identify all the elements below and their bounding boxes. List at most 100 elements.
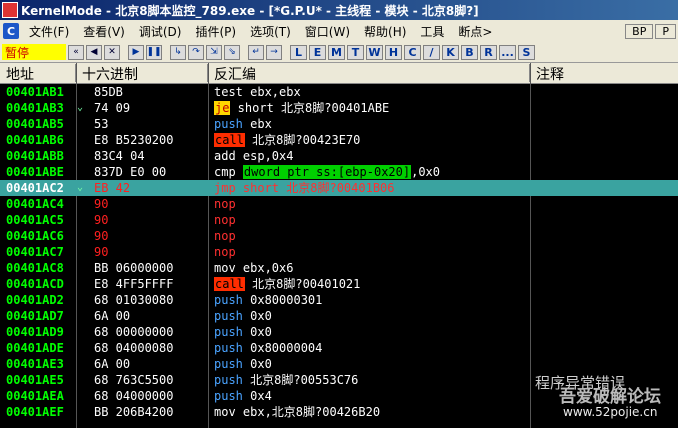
jump-marker-icon: ⌄ [77,182,84,193]
table-row[interactable]: 00401AC6 90 nop [0,228,678,244]
window-references-button[interactable]: R [480,44,497,60]
window-title: KernelMode - 北京8脚本监控_789.exe - [*G.P.U* … [21,3,479,18]
step-over-icon[interactable]: ↷ [188,44,204,60]
window-source-button[interactable]: S [518,44,535,60]
disasm-cell: push ebx [214,116,272,132]
menu-window[interactable]: 窗口(W) [298,23,357,40]
hex-cell: 68 04000000 [94,389,174,403]
menu-options[interactable]: 选项(T) [243,23,298,40]
menu-view[interactable]: 查看(V) [76,23,132,40]
table-row[interactable]: 00401AC8 BB 06000000 mov ebx,0x6 [0,260,678,276]
status-indicator: 暂停 [2,44,66,60]
window-threads-button[interactable]: T [347,44,364,60]
disasm-cell: add esp,0x4 [214,148,293,164]
mnemonic: jmp [214,181,236,195]
address-cell: 00401AC2 [6,181,64,195]
window-patches-button[interactable]: / [423,44,440,60]
site-name: 吾爱破解论坛 [559,387,661,407]
window-memory-button[interactable]: M [328,44,345,60]
address-cell: 00401AC7 [6,245,64,259]
col-hex-header[interactable]: 十六进制 [76,64,208,83]
table-row[interactable]: 00401ADE 68 04000080 push 0x80000004 [0,340,678,356]
mnemonic: nop [214,213,236,227]
mnemonic: test [214,85,243,99]
table-row[interactable]: 00401AD2 68 01030080 push 0x80000301 [0,292,678,308]
memory-operand: dword ptr ss:[ebp-0x20] [242,165,412,179]
operand: 北京8脚?00553C76 [242,373,359,387]
window-more-button[interactable]: ... [499,44,516,60]
table-row[interactable]: 00401AD9 68 00000000 push 0x0 [0,324,678,340]
table-row[interactable]: 00401ABE 837D E0 00 cmp dword ptr ss:[ebp-… [0,164,678,180]
back-icon[interactable]: ◀ [86,44,102,60]
window-callstack-button[interactable]: K [442,44,459,60]
play-icon[interactable]: ▶ [128,44,144,60]
address-cell: 00401AD2 [6,293,64,307]
window-cpu-button[interactable]: C [404,44,421,60]
mnemonic: add [214,149,236,163]
table-row[interactable]: 00401AD7 6A 00 push 0x0 [0,308,678,324]
mnemonic: call [214,133,245,147]
operand: 北京8脚?00423E70 [244,133,361,147]
disasm-cell: je short 北京8脚?00401ABE [214,100,389,116]
mnemonic: call [214,277,245,291]
disasm-cell: mov ebx,北京8脚?00426B20 [214,404,380,420]
step-into-icon[interactable]: ↳ [170,44,186,60]
disasm-cell: nop [214,212,236,228]
menu-file[interactable]: 文件(F) [22,23,76,40]
hex-cell: EB 42 [94,181,131,195]
trace-into-icon[interactable]: ⇲ [206,44,222,60]
menu-debug[interactable]: 调试(D) [132,23,189,40]
table-row[interactable]: 00401AB6 E8 B5230200 call 北京8脚?00423E70 [0,132,678,148]
window-exe-button[interactable]: E [309,44,326,60]
address-cell: 00401AEA [6,389,64,403]
mnemonic: cmp [214,165,236,179]
hex-cell: 68 00000000 [94,325,174,339]
table-row[interactable]: 00401AB3 ⌄ 74 09 je short 北京8脚?00401ABE [0,100,678,116]
window-breakpoints-button[interactable]: B [461,44,478,60]
window-handles-button[interactable]: H [385,44,402,60]
table-row[interactable]: 00401AC7 90 nop [0,244,678,260]
col-disasm-header[interactable]: 反汇编 [208,64,530,83]
hex-cell: 6A 00 [94,309,131,323]
bp-button[interactable]: BP [625,23,654,39]
pause-icon[interactable]: ❚❚ [146,44,162,60]
run-to-return-icon[interactable]: ↵ [248,44,264,60]
mnemonic: push [214,117,243,131]
watermark: 程序异常错误 吾爱破解论坛 www.52pojie.cn [535,372,678,428]
window-log-button[interactable]: L [290,44,307,60]
table-row[interactable]: 00401ACD E8 4FF5FFFF call 北京8脚?00401021 [0,276,678,292]
table-row[interactable]: 00401AC5 90 nop [0,212,678,228]
table-row[interactable]: 00401AB1 85DB test ebx,ebx [0,84,678,100]
hex-cell: 90 [94,213,109,227]
rewind-icon[interactable]: « [68,44,84,60]
mnemonic: nop [214,245,236,259]
col-addr-header[interactable]: 地址 [0,64,76,83]
table-row[interactable]: 00401AE3 6A 00 push 0x0 [0,356,678,372]
close-icon[interactable]: ✕ [104,44,120,60]
trace-over-icon[interactable]: ⇘ [224,44,240,60]
address-cell: 00401AEF [6,405,64,419]
menu-plugins[interactable]: 插件(P) [188,23,243,40]
col-comment-header[interactable]: 注释 [530,64,678,83]
p-button[interactable]: P [655,23,676,39]
menu-help[interactable]: 帮助(H) [357,23,413,40]
table-row[interactable]: 00401ABB 83C4 04 add esp,0x4 [0,148,678,164]
table-row[interactable]: 00401AC2 ⌄ EB 42 jmp short 北京8脚?00401B06 [0,180,678,196]
menu-app-icon[interactable]: C [3,23,19,39]
mnemonic: push [214,373,243,387]
disasm-cell: push 0x0 [214,308,272,324]
window-windows-button[interactable]: W [366,44,383,60]
address-cell: 00401AB6 [6,133,64,147]
address-cell: 00401ADE [6,341,64,355]
mnemonic: push [214,325,243,339]
operand: 0x4 [242,389,272,403]
table-row[interactable]: 00401AB5 53 push ebx [0,116,678,132]
menu-tools[interactable]: 工具 [413,23,451,40]
disasm-cell: push 0x80000301 [214,292,322,308]
mnemonic: nop [214,197,236,211]
operand: ebx,北京8脚?00426B20 [235,405,381,419]
menu-breakpoints[interactable]: 断点> [451,23,499,40]
goto-icon[interactable]: → [266,44,282,60]
operand [236,165,243,179]
table-row[interactable]: 00401AC4 90 nop [0,196,678,212]
